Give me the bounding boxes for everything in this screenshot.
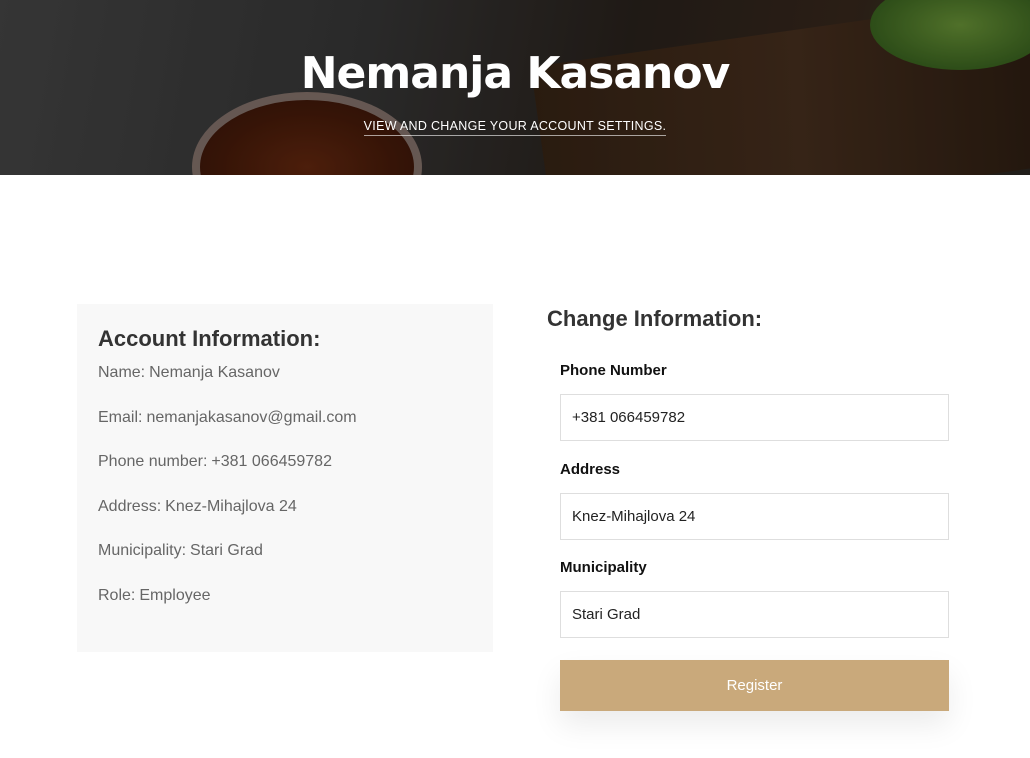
account-info-phone: Phone number: +381 066459782 [98,451,472,473]
account-info-value: Stari Grad [190,542,263,559]
account-info-label: Address: [98,497,162,515]
account-info-panel: Account Information: Name: Nemanja Kasano… [77,304,493,652]
address-label: Address [560,461,621,478]
change-info-title: Change Information: [547,306,763,331]
account-info-title: Account Information: [98,326,321,351]
phone-number-input[interactable] [560,394,949,441]
account-info-label: Email: [98,408,143,426]
account-info-role: Role: Employee [98,585,472,607]
municipality-label: Municipality [560,559,647,576]
account-info-label: Role: [98,586,136,604]
register-button[interactable]: Register [560,660,949,711]
account-info-value: nemanjakasanov@gmail.com [146,408,357,426]
phone-number-label: Phone Number [560,362,667,379]
page-subtitle: VIEW AND CHANGE YOUR ACCOUNT SETTINGS. [0,119,1030,136]
account-info-value: +381 066459782 [211,453,332,470]
account-info-label: Name: [98,364,146,381]
account-info-value: Nemanja Kasanov [149,364,280,381]
account-info-value: Knez-Mihajlova 24 [165,497,297,515]
account-info-municipality: Municipality: Stari Grad [98,540,472,562]
account-info-address: Address: Knez-Mihajlova 24 [98,496,472,518]
account-info-value: Employee [139,586,211,604]
account-info-label: Municipality: [98,542,187,559]
account-info-name: Name: Nemanja Kasanov [98,362,472,384]
account-info-label: Phone number: [98,453,208,470]
page-title: Nemanja Kasanov [300,48,731,99]
page-subtitle-text: VIEW AND CHANGE YOUR ACCOUNT SETTINGS. [363,119,667,136]
municipality-input[interactable] [560,591,949,638]
account-info-email: Email: nemanjakasanov@gmail.com [98,407,472,429]
address-input[interactable] [560,493,949,540]
